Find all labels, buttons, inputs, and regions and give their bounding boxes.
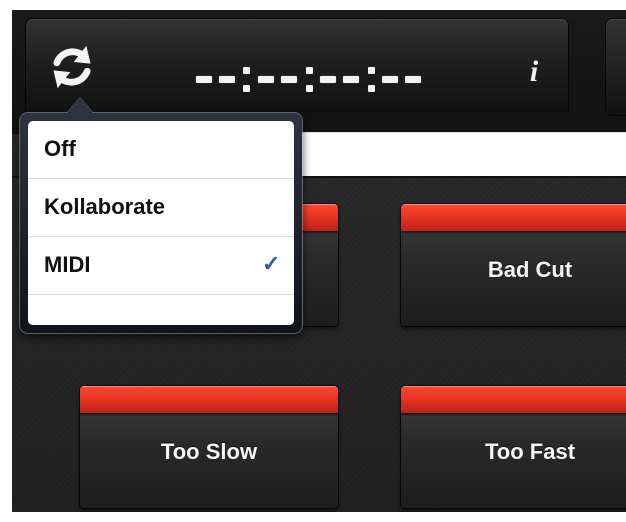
timecode-dash — [405, 76, 421, 83]
timecode-dash — [196, 76, 212, 83]
sync-button[interactable] — [42, 37, 102, 97]
info-button[interactable]: i — [524, 54, 544, 90]
timecode-dash — [219, 76, 235, 83]
timecode-colon-dot — [306, 85, 313, 92]
timecode-colon-dot — [368, 67, 375, 74]
cue-button-bad-cut[interactable]: Bad Cut — [401, 204, 626, 326]
menu-item-label: Off — [44, 136, 76, 161]
menu-item-midi[interactable]: MIDI ✓ — [28, 237, 294, 295]
menu-item-label: MIDI — [44, 252, 91, 277]
cue-button-too-slow[interactable]: Too Slow — [80, 386, 338, 508]
checkmark-icon: ✓ — [262, 251, 281, 276]
menu-empty-space — [28, 295, 294, 325]
timecode-dash — [258, 76, 274, 83]
sync-icon — [53, 45, 91, 89]
menu-item-kollaborate[interactable]: Kollaborate — [28, 179, 294, 237]
timecode-dash — [281, 76, 297, 83]
timecode-colon-dot — [243, 67, 250, 74]
timecode-colon-dot — [306, 67, 313, 74]
sync-mode-popover: Off Kollaborate MIDI ✓ — [20, 98, 302, 333]
cue-button-label: Too Slow — [160, 439, 258, 464]
timecode-colon-dot — [243, 85, 250, 92]
cue-button-label: Bad Cut — [487, 257, 573, 282]
sync-mode-menu: Off Kollaborate MIDI ✓ — [28, 121, 294, 325]
timecode-dash — [320, 76, 336, 83]
timecode-dash — [382, 76, 398, 83]
menu-item-off[interactable]: Off — [28, 121, 294, 179]
menu-item-label: Kollaborate — [44, 194, 166, 219]
timecode-display: --:--:--:-- i — [26, 19, 568, 115]
cue-button-too-fast[interactable]: Too Fast — [401, 386, 626, 508]
timecode-readout: --:--:--:-- — [196, 63, 444, 93]
timecode-dash — [343, 76, 359, 83]
cue-button-label: Too Fast — [484, 439, 576, 464]
popover-arrow — [66, 98, 94, 114]
timecode-colon-dot — [368, 85, 375, 92]
right-toolbar-panel — [606, 19, 626, 115]
